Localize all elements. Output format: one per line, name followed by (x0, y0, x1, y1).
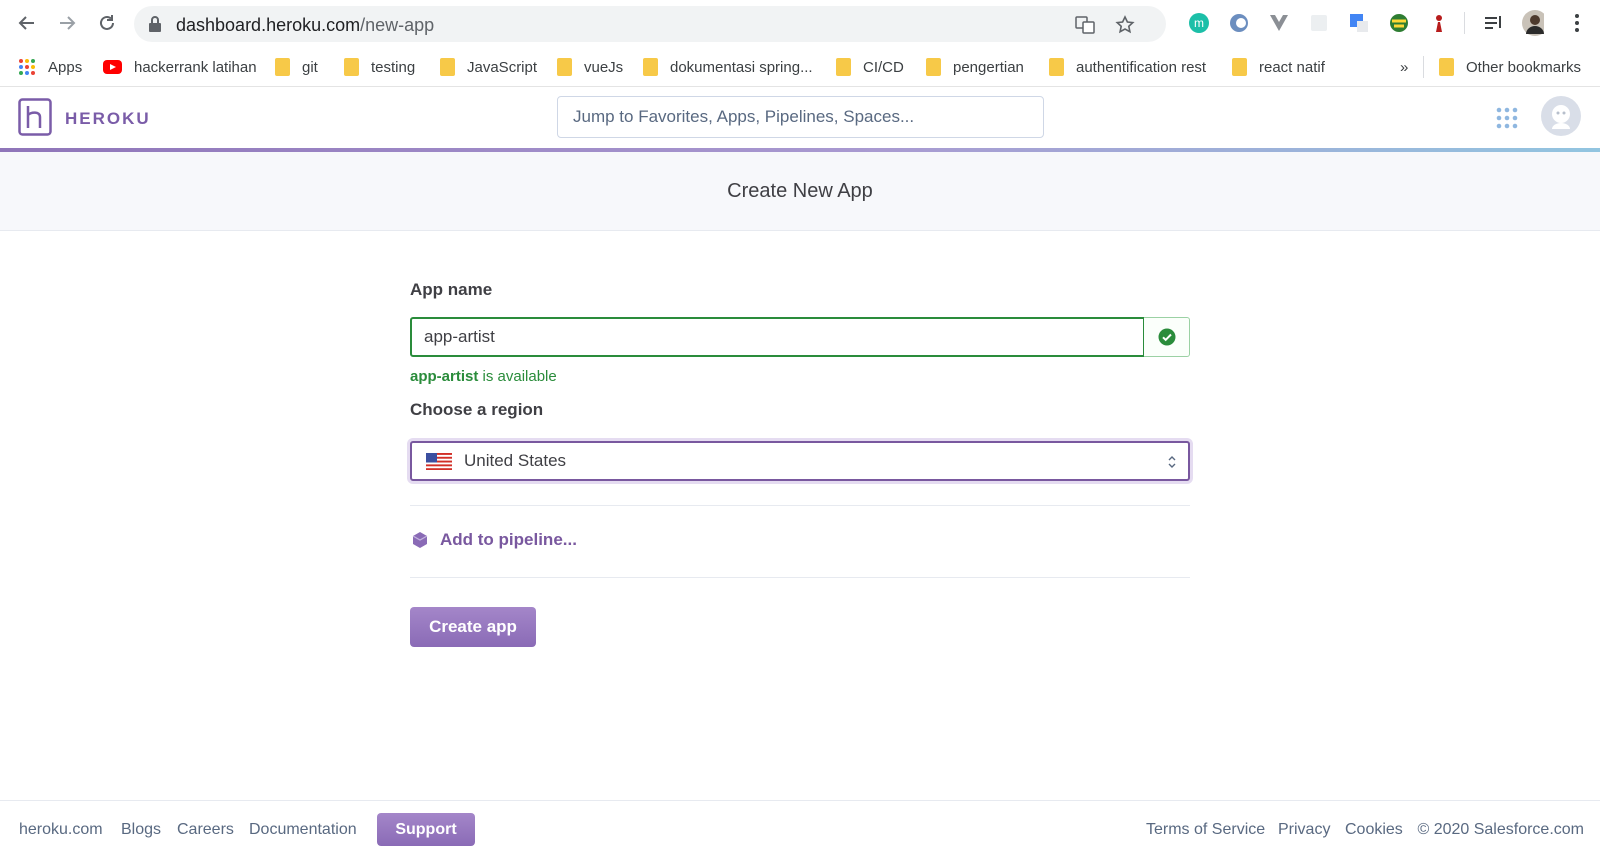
footer-link-documentation[interactable]: Documentation (249, 821, 357, 839)
bookmark-label: vueJs (584, 58, 624, 76)
footer-link-blogs[interactable]: Blogs (121, 821, 161, 839)
app-name-input[interactable] (410, 317, 1145, 357)
select-updown-icon (1168, 456, 1176, 468)
toolbar-separator (1464, 12, 1465, 34)
media-queue-icon[interactable] (1482, 12, 1504, 34)
folder-icon (557, 58, 572, 76)
us-flag-icon (426, 452, 452, 470)
footer-link-heroku[interactable]: heroku.com (19, 821, 103, 839)
address-bar[interactable]: dashboard.heroku.com/new-app (134, 6, 1166, 42)
extension-circle-icon[interactable] (1228, 12, 1250, 34)
folder-icon (926, 58, 941, 76)
extension-m-icon[interactable]: m (1188, 12, 1210, 34)
footer-copyright: © 2020 Salesforce.com (1417, 821, 1584, 838)
extension-globe-icon[interactable] (1388, 12, 1410, 34)
add-to-pipeline-link[interactable]: Add to pipeline... (410, 530, 577, 550)
folder-icon (440, 58, 455, 76)
heroku-logo-icon[interactable] (18, 98, 52, 136)
bookmark-pengertian[interactable]: pengertian (926, 55, 1024, 79)
vue-devtools-icon[interactable] (1268, 12, 1290, 34)
apps-launcher-icon[interactable] (1495, 106, 1519, 130)
bookmark-dokumentasi[interactable]: dokumentasi spring... (643, 55, 813, 79)
app-name-label: App name (410, 280, 493, 299)
bookmark-label: Other bookmarks (1466, 58, 1582, 76)
availability-message: app-artist is available (410, 368, 557, 385)
region-value: United States (464, 451, 567, 470)
forward-arrow-icon[interactable] (54, 10, 80, 36)
region-select[interactable]: United States (410, 441, 1190, 481)
add-to-pipeline-label: Add to pipeline... (440, 530, 577, 549)
bookmark-label: git (302, 58, 318, 76)
kebab-menu-icon[interactable] (1566, 12, 1588, 34)
check-circle-icon (1158, 328, 1175, 346)
folder-icon (643, 58, 658, 76)
folder-icon (275, 58, 290, 76)
url-text: dashboard.heroku.com/new-app (176, 15, 435, 35)
bookmark-javascript[interactable]: JavaScript (440, 55, 537, 79)
page-footer: heroku.com Blogs Careers Documentation S… (0, 800, 1600, 859)
youtube-icon (103, 60, 122, 74)
footer-link-terms[interactable]: Terms of Service (1146, 821, 1265, 839)
brand-name[interactable]: HEROKU (65, 109, 151, 129)
footer-link-cookies[interactable]: Cookies (1345, 821, 1403, 839)
bookmark-git[interactable]: git (275, 55, 318, 79)
bookmarks-bar: Apps hackerrank latihan git testing Java… (0, 47, 1600, 87)
bookmark-label: react natif (1259, 58, 1325, 76)
form-divider (410, 505, 1190, 506)
folder-icon (1439, 58, 1454, 76)
footer-link-careers[interactable]: Careers (177, 821, 234, 839)
bookmark-label: authentification rest (1076, 58, 1207, 76)
browser-toolbar: dashboard.heroku.com/new-app m (0, 0, 1600, 47)
chess-pawn-icon[interactable] (1428, 12, 1450, 34)
reload-icon[interactable] (94, 10, 120, 36)
extension-blank-icon[interactable] (1308, 12, 1330, 34)
bookmark-label: testing (371, 58, 416, 76)
apps-grid-icon (19, 59, 35, 75)
folder-icon (344, 58, 359, 76)
folder-icon (836, 58, 851, 76)
availability-name: app-artist (410, 368, 479, 385)
folder-icon (1232, 58, 1247, 76)
bookmark-cicd[interactable]: CI/CD (836, 55, 904, 79)
user-avatar[interactable] (1541, 96, 1581, 136)
bookmark-testing[interactable]: testing (344, 55, 415, 79)
support-button[interactable]: Support (377, 813, 475, 846)
bookmark-apps[interactable]: Apps (18, 55, 82, 79)
bookmark-label: dokumentasi spring... (670, 58, 813, 76)
bookmark-vuejs[interactable]: vueJs (557, 55, 623, 79)
bookmark-star-icon[interactable] (1114, 14, 1136, 36)
page-title: Create New App (727, 180, 873, 202)
region-label: Choose a region (410, 400, 544, 419)
bookmark-label: JavaScript (467, 58, 538, 76)
google-translate-icon[interactable] (1348, 12, 1370, 34)
bookmarks-overflow-button[interactable]: » (1400, 55, 1408, 79)
overflow-label: » (1400, 58, 1409, 76)
bookmark-label: Apps (48, 58, 83, 76)
bookmark-hackerrank[interactable]: hackerrank latihan (103, 55, 257, 79)
page-title-band: Create New App (0, 152, 1600, 231)
form-divider (410, 577, 1190, 578)
bookmarks-separator (1423, 56, 1424, 78)
lock-icon (148, 16, 162, 37)
app-name-field-group (410, 317, 1190, 357)
availability-text: is available (478, 368, 557, 385)
bookmark-label: CI/CD (863, 58, 904, 76)
bookmark-other[interactable]: Other bookmarks (1439, 55, 1581, 79)
bookmark-label: hackerrank latihan (134, 58, 257, 76)
jump-search-input[interactable] (557, 96, 1044, 138)
heroku-header: HEROKU (0, 87, 1600, 148)
folder-icon (1049, 58, 1064, 76)
footer-link-privacy[interactable]: Privacy (1278, 821, 1330, 839)
create-app-button[interactable]: Create app (410, 607, 536, 647)
back-arrow-icon[interactable] (14, 10, 40, 36)
bookmark-authentification[interactable]: authentification rest (1049, 55, 1206, 79)
translate-icon[interactable] (1074, 14, 1096, 36)
bookmark-label: pengertian (953, 58, 1024, 76)
user-avatar-icon (1552, 105, 1570, 129)
availability-indicator (1144, 317, 1190, 357)
pipeline-hexagon-icon (412, 532, 428, 548)
bookmark-react-natif[interactable]: react natif (1232, 55, 1325, 79)
svg-text:m: m (1194, 16, 1204, 30)
profile-avatar-icon[interactable] (1522, 10, 1544, 36)
